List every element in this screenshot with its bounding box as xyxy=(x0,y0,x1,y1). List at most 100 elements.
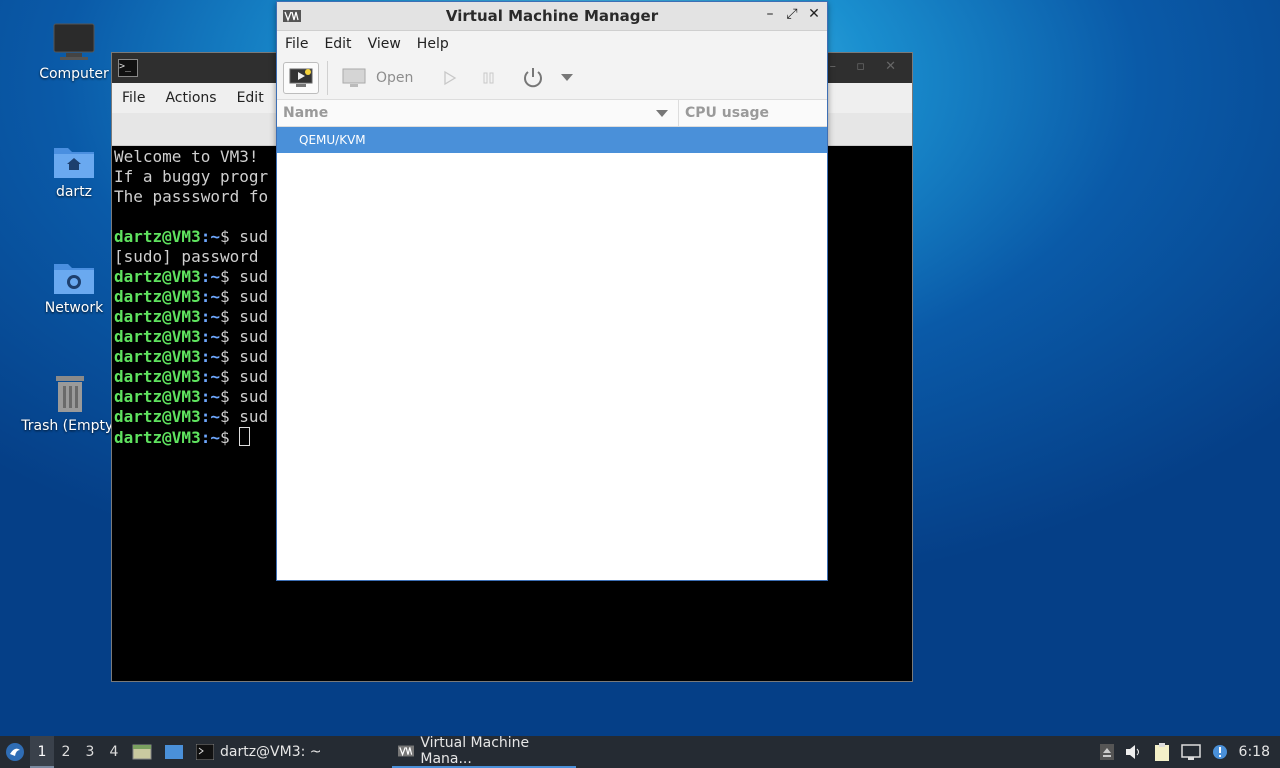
vmm-menu-view[interactable]: View xyxy=(368,36,401,52)
volume-icon[interactable] xyxy=(1125,744,1143,760)
prompt-user: dartz@VM3 xyxy=(114,267,201,286)
new-vm-icon xyxy=(289,68,313,87)
vmm-title: Virtual Machine Manager xyxy=(445,7,659,25)
workspace-4[interactable]: 4 xyxy=(102,736,126,768)
app-menu-icon xyxy=(6,743,24,761)
terminal-text: The passsword fo xyxy=(114,187,269,206)
task-terminal[interactable]: dartz@VM3: ~ xyxy=(190,736,392,768)
desktop-icon-computer[interactable]: Computer xyxy=(24,22,124,82)
vmm-menu-edit[interactable]: Edit xyxy=(324,36,351,52)
close-icon[interactable]: ✕ xyxy=(807,6,821,22)
run-button[interactable] xyxy=(441,63,457,93)
prompt-command: $ sud xyxy=(219,387,269,406)
network-monitor-icon[interactable] xyxy=(1180,743,1201,761)
app-menu-button[interactable] xyxy=(0,742,30,762)
column-header-cpu[interactable]: CPU usage xyxy=(679,105,769,121)
task-vmm[interactable]: Virtual Machine Mana... xyxy=(392,735,576,768)
new-vm-button[interactable] xyxy=(283,62,319,94)
workspace-2[interactable]: 2 xyxy=(54,736,78,768)
terminal-text: [sudo] password xyxy=(114,247,269,266)
desktop-icon-label: Network xyxy=(44,300,104,316)
taskbar: 1 2 3 4 dartz@VM3: ~ Virtual Machine Man… xyxy=(0,735,1280,768)
prompt-path: :~ xyxy=(200,367,220,386)
open-label: Open xyxy=(376,70,414,86)
task-vmm-label: Virtual Machine Mana... xyxy=(420,735,530,767)
vmm-window[interactable]: Virtual Machine Manager – ⤢ ✕ File Edit … xyxy=(276,1,828,581)
monitor-icon xyxy=(342,68,366,87)
sort-arrow-icon xyxy=(656,110,668,117)
maximize-icon[interactable]: ⤢ xyxy=(785,6,799,22)
shutdown-menu-button[interactable] xyxy=(561,63,574,93)
desktop-icon-label: Computer xyxy=(39,66,109,82)
file-manager-launcher[interactable] xyxy=(126,736,158,768)
workspace-1[interactable]: 1 xyxy=(30,736,54,768)
clock[interactable]: 6:18 xyxy=(1239,744,1270,760)
minimize-icon[interactable]: – xyxy=(763,6,777,22)
vmm-menu-file[interactable]: File xyxy=(285,36,308,52)
prompt-path: :~ xyxy=(200,347,220,366)
prompt-user: dartz@VM3 xyxy=(114,407,201,426)
column-header-name[interactable]: Name xyxy=(277,100,679,126)
workspace-3[interactable]: 3 xyxy=(78,736,102,768)
trash-icon xyxy=(56,376,84,412)
terminal-window-controls[interactable]: – ▫ ✕ xyxy=(830,59,904,74)
vmm-app-icon xyxy=(398,745,415,757)
play-icon xyxy=(444,70,457,86)
prompt-path: :~ xyxy=(200,307,220,326)
prompt-command: $ sud xyxy=(219,327,269,346)
vm-list-header: Name CPU usage xyxy=(277,100,827,127)
prompt-user: dartz@VM3 xyxy=(114,428,201,447)
prompt-path: :~ xyxy=(200,428,220,447)
terminal-menu-actions[interactable]: Actions xyxy=(165,90,216,106)
prompt-user: dartz@VM3 xyxy=(114,387,201,406)
terminal-menu-edit[interactable]: Edit xyxy=(237,90,264,106)
prompt-command: $ sud xyxy=(219,307,269,326)
prompt-path: :~ xyxy=(200,327,220,346)
desktop-icon-label: dartz xyxy=(55,184,93,200)
file-manager-icon xyxy=(132,744,152,760)
desktop-icon-label: Trash (Empty) xyxy=(21,418,119,434)
terminal-text: Welcome to VM3! xyxy=(114,147,259,166)
network-folder-icon xyxy=(54,264,94,294)
desktop-icon-home[interactable]: dartz xyxy=(24,140,124,200)
prompt-path: :~ xyxy=(200,227,220,246)
prompt-command: $ sud xyxy=(219,227,269,246)
pause-button[interactable] xyxy=(481,63,497,93)
connection-row[interactable]: QEMU/KVM xyxy=(277,127,827,153)
terminal-menu-file[interactable]: File xyxy=(122,90,145,106)
text-cursor xyxy=(239,427,251,446)
power-icon xyxy=(524,68,543,88)
prompt-user: dartz@VM3 xyxy=(114,347,201,366)
prompt-command: $ sud xyxy=(219,347,269,366)
clipboard-icon[interactable] xyxy=(1153,742,1171,762)
prompt-user: dartz@VM3 xyxy=(114,367,201,386)
terminal-text: If a buggy progr xyxy=(114,167,269,186)
prompt-path: :~ xyxy=(200,287,220,306)
vmm-menubar: File Edit View Help xyxy=(277,31,827,57)
notification-icon[interactable] xyxy=(1211,743,1229,761)
open-button[interactable]: Open xyxy=(342,63,413,93)
prompt-path: :~ xyxy=(200,387,220,406)
vmm-titlebar[interactable]: Virtual Machine Manager – ⤢ ✕ xyxy=(277,2,827,31)
vmm-menu-help[interactable]: Help xyxy=(417,36,449,52)
prompt-command: $ sud xyxy=(219,367,269,386)
desktop-icon-trash[interactable]: Trash (Empty) xyxy=(20,372,120,434)
desktop-icon-network[interactable]: Network xyxy=(24,256,124,316)
prompt-user: dartz@VM3 xyxy=(114,307,201,326)
prompt-path: :~ xyxy=(200,267,220,286)
terminal-icon xyxy=(196,744,214,760)
prompt-user: dartz@VM3 xyxy=(114,227,201,246)
prompt-command: $ sud xyxy=(219,407,269,426)
prompt-user: dartz@VM3 xyxy=(114,287,201,306)
show-desktop-button[interactable] xyxy=(158,736,190,768)
eject-icon[interactable] xyxy=(1099,743,1115,761)
prompt-user: dartz@VM3 xyxy=(114,327,201,346)
prompt-command: $ sud xyxy=(219,267,269,286)
vmm-toolbar: Open xyxy=(277,57,827,100)
connection-name: QEMU/KVM xyxy=(299,133,366,147)
desktop-icon xyxy=(165,745,183,759)
shutdown-button[interactable] xyxy=(521,63,545,93)
toolbar-separator xyxy=(327,61,328,95)
home-folder-icon xyxy=(54,148,94,178)
prompt-command: $ sud xyxy=(219,287,269,306)
